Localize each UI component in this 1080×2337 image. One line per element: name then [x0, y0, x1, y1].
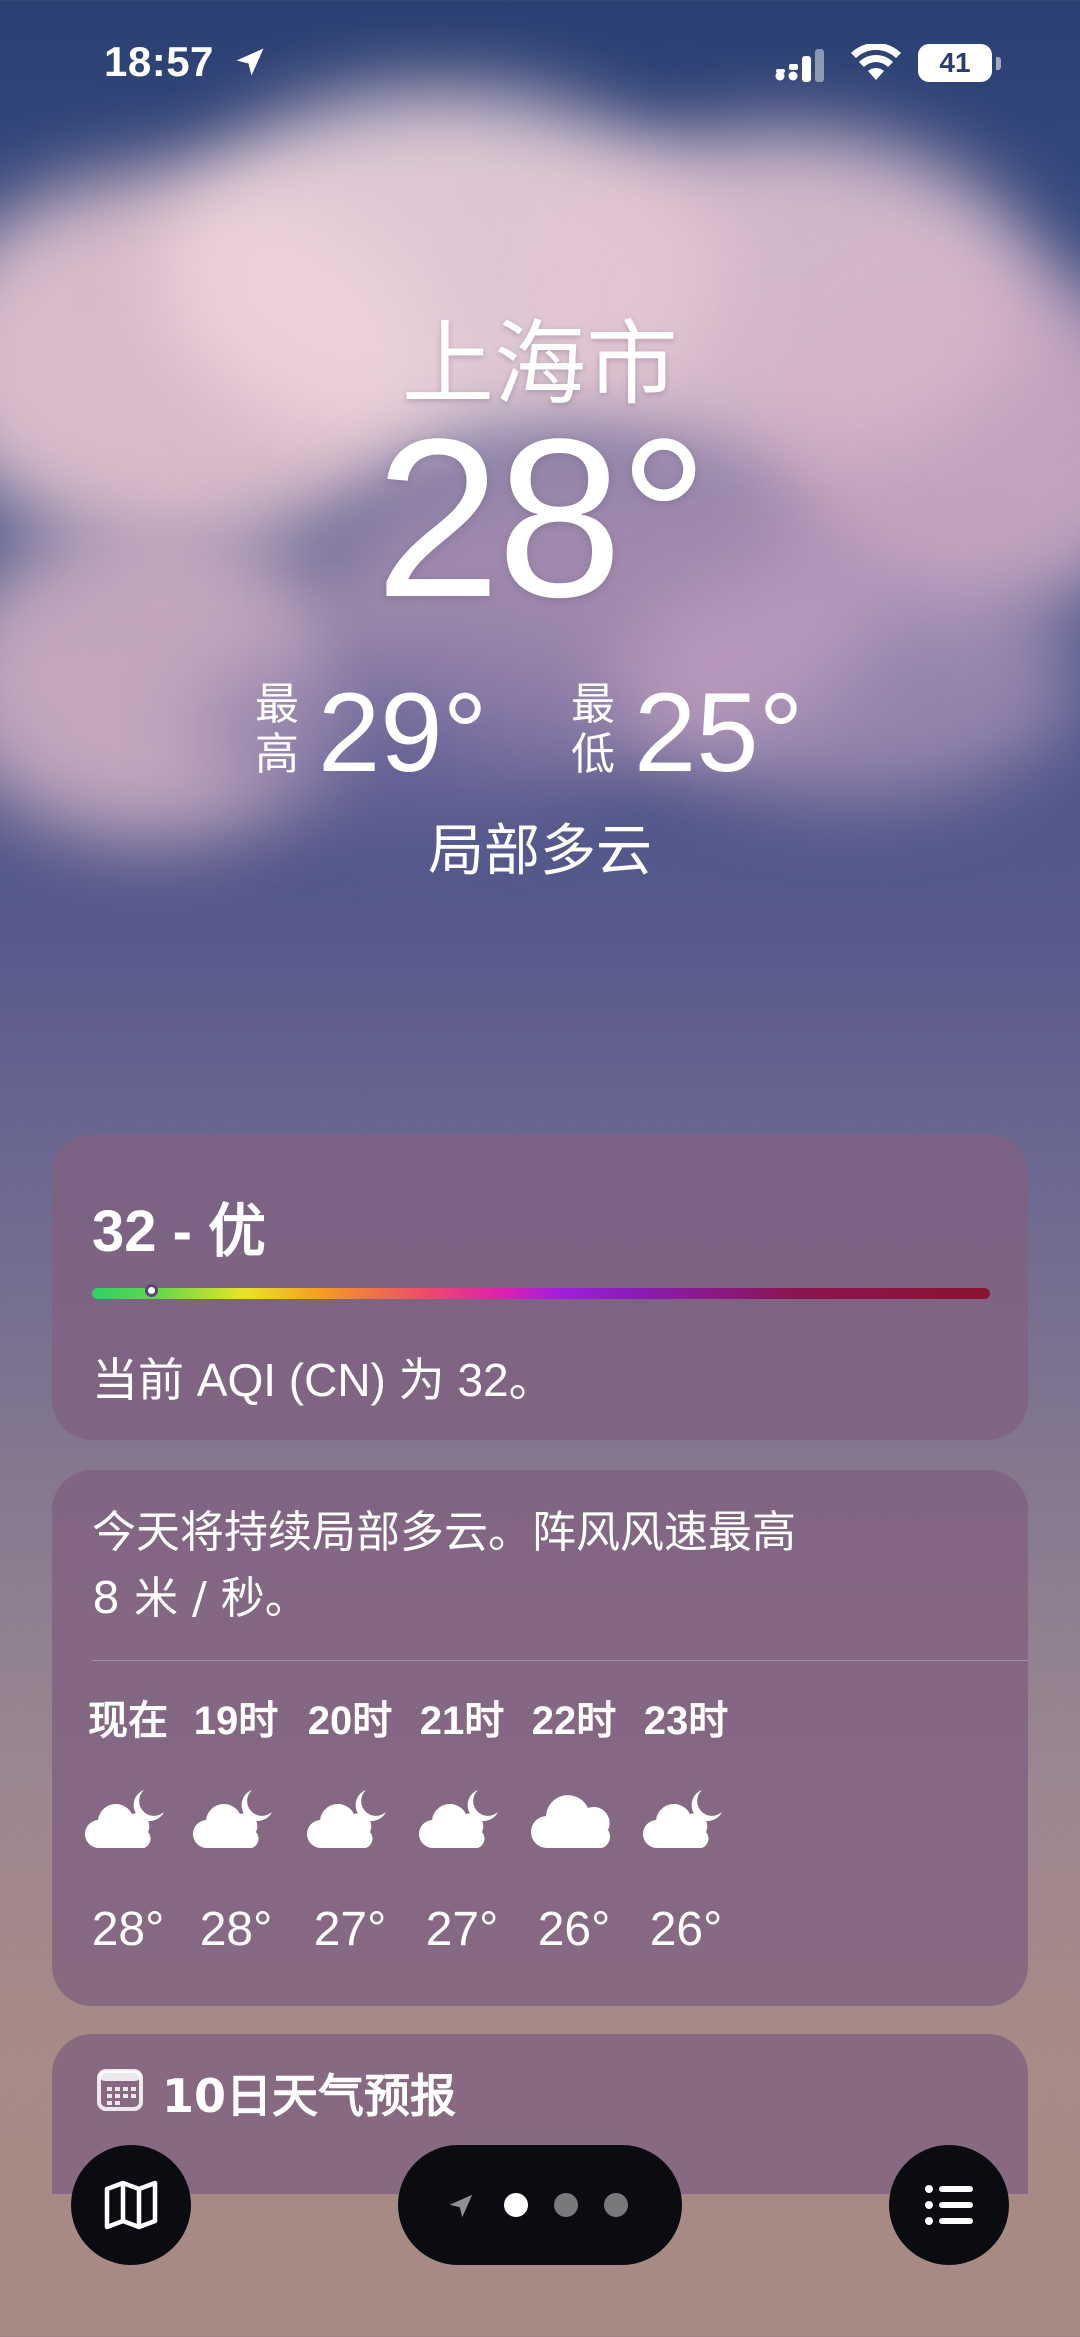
- high-label: 最高: [252, 680, 302, 780]
- map-icon: [104, 2180, 158, 2230]
- location-arrow-icon: [236, 48, 264, 76]
- battery-level: 41: [918, 44, 992, 82]
- high-low-temperature: 最高 29° 最低 25°: [0, 668, 1080, 798]
- partly-cloudy-night-icon: [306, 1788, 394, 1854]
- current-temperature: 28°: [375, 391, 709, 644]
- status-bar: 18:57 41: [0, 0, 1080, 130]
- partly-cloudy-night-icon: [642, 1788, 730, 1854]
- partly-cloudy-night-icon: [418, 1788, 506, 1854]
- page-indicator[interactable]: [398, 2145, 682, 2265]
- location-arrow-icon[interactable]: [446, 2191, 476, 2221]
- calendar-icon: [97, 2069, 143, 2111]
- page-dot[interactable]: [504, 2193, 528, 2217]
- partly-cloudy-night-icon: [84, 1788, 172, 1854]
- hour-temperature: 26°: [649, 1903, 723, 1956]
- list-icon: [925, 2185, 973, 2225]
- aqi-description: 当前 AQI (CN) 为 32。: [92, 1354, 555, 1406]
- low-label-text: 最低: [571, 679, 615, 780]
- partly-cloudy-night-icon: [192, 1788, 280, 1854]
- hour-item: 23时 26°: [616, 1470, 756, 2006]
- map-button[interactable]: [71, 2145, 191, 2265]
- page-dot[interactable]: [604, 2193, 628, 2217]
- list-button[interactable]: [889, 2145, 1009, 2265]
- low-label: 最低: [568, 680, 618, 780]
- high-temperature: 29°: [318, 670, 488, 795]
- cellular-signal-icon: [775, 49, 824, 82]
- hourly-forecast-card[interactable]: 今天将持续局部多云。阵风风速最高 8 米 / 秒。 现在 28° 19时 28° 20时…: [52, 1470, 1028, 2006]
- aqi-scale-bar: [92, 1288, 990, 1299]
- wifi-icon: [851, 44, 901, 80]
- battery-icon: 41: [918, 44, 1002, 82]
- high-label-text: 最高: [255, 679, 299, 780]
- status-time: 18:57: [104, 38, 214, 85]
- bottom-toolbar: [0, 2140, 1080, 2337]
- cloud-icon: [530, 1788, 618, 1854]
- low-temperature: 25°: [634, 670, 804, 795]
- page-dot[interactable]: [554, 2193, 578, 2217]
- ten-day-forecast-title: 10日天气预报: [162, 2069, 457, 2123]
- air-quality-card[interactable]: 32 - 优 当前 AQI (CN) 为 32。: [52, 1134, 1028, 1440]
- weather-condition: 局部多云: [428, 819, 652, 884]
- hour-label: 23时: [643, 1699, 729, 1743]
- aqi-value: 32 - 优: [92, 1199, 267, 1264]
